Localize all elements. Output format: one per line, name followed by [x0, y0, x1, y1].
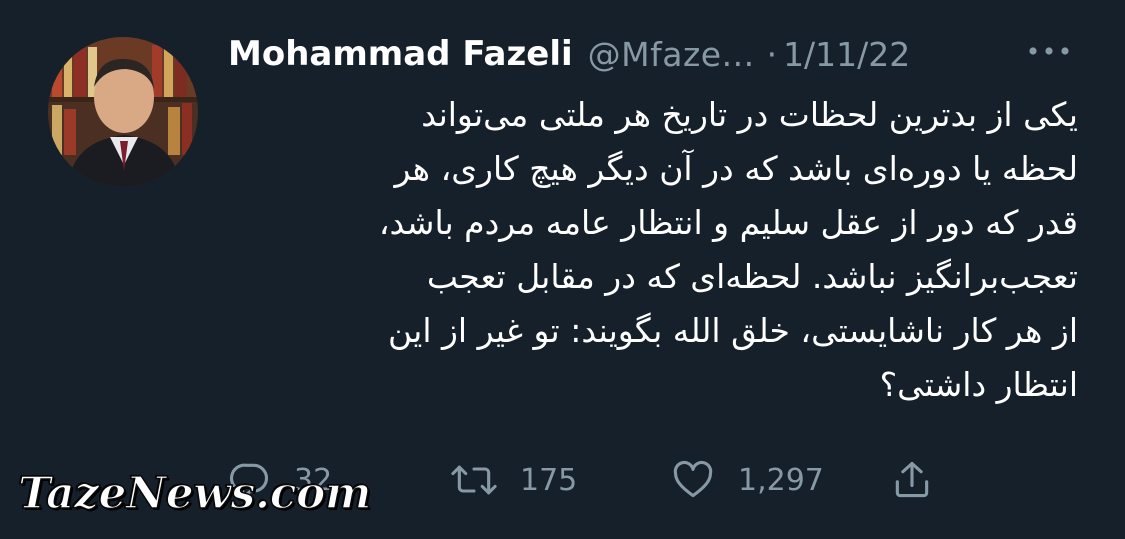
- tweet-header: Mohammad Fazeli @Mfaze... · 1/11/22: [228, 26, 1088, 82]
- heart-icon: [673, 460, 713, 498]
- share-button[interactable]: [890, 452, 934, 508]
- watermark: TazeNews.com: [17, 467, 372, 520]
- tweet-timestamp[interactable]: 1/11/22: [783, 35, 910, 74]
- author-handle[interactable]: @Mfaze...: [588, 35, 755, 74]
- author-avatar[interactable]: [48, 37, 198, 187]
- more-options-button[interactable]: [1024, 38, 1074, 64]
- tweet-text: یکی از بدترین لحظات در تاریخ هر ملتی می‌…: [378, 95, 1078, 404]
- avatar-photo: [48, 37, 198, 187]
- author-name[interactable]: Mohammad Fazeli: [228, 34, 573, 74]
- like-button[interactable]: 1,297: [670, 452, 824, 508]
- more-horizontal-icon: [1029, 47, 1069, 55]
- share-icon: [895, 461, 929, 498]
- header-separator: ·: [766, 34, 778, 74]
- like-count: 1,297: [738, 462, 824, 498]
- retweet-icon: [451, 465, 497, 495]
- retweet-button[interactable]: 175: [450, 452, 577, 508]
- retweet-count: 175: [520, 462, 578, 498]
